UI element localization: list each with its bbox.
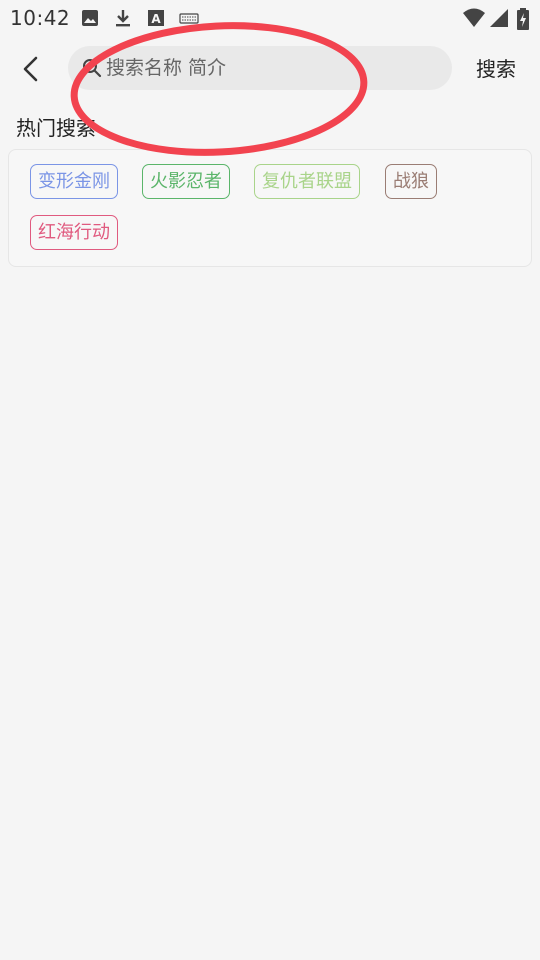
status-time: 10:42 — [10, 6, 71, 30]
keyboard-icon — [179, 13, 199, 24]
svg-text:A: A — [151, 12, 161, 26]
hot-search-title: 热门搜索 — [16, 116, 96, 140]
search-button[interactable]: 搜索 — [466, 52, 526, 86]
tag-operation-red-sea[interactable]: 红海行动 — [30, 215, 118, 250]
search-input[interactable] — [106, 46, 436, 90]
signal-icon — [490, 9, 508, 27]
tag-transformers[interactable]: 变形金刚 — [30, 164, 118, 199]
wifi-icon — [463, 8, 485, 27]
tag-avengers[interactable]: 复仇者联盟 — [254, 164, 360, 199]
tag-wolf-warrior[interactable]: 战狼 — [385, 164, 437, 199]
search-box[interactable] — [68, 46, 452, 90]
tag-naruto[interactable]: 火影忍者 — [142, 164, 230, 199]
back-button[interactable] — [14, 52, 48, 86]
font-a-icon: A — [148, 10, 164, 26]
download-icon — [116, 10, 130, 27]
battery-charging-icon — [517, 8, 529, 30]
search-icon — [83, 59, 102, 78]
status-bar: 10:42 A — [0, 0, 540, 36]
screen: 10:42 A 搜索名称 简介 搜索 热门搜索 变形金刚 火影忍者 复仇者联盟 … — [0, 0, 540, 960]
image-icon — [82, 10, 98, 26]
